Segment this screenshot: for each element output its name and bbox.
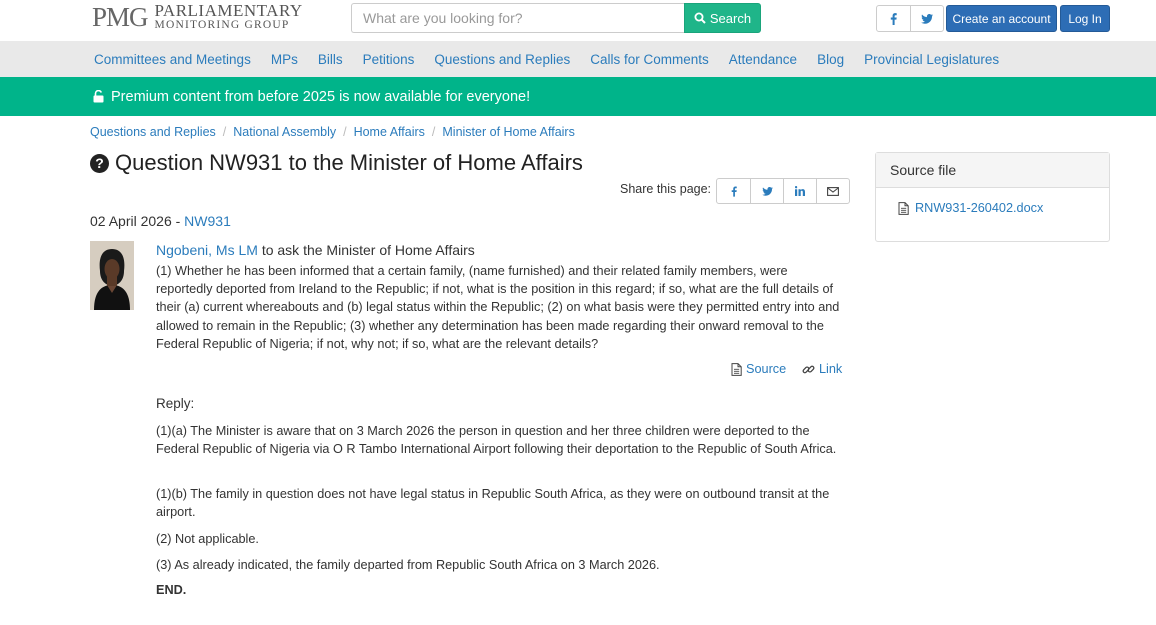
question-circle-icon: ? (90, 153, 109, 173)
member-name-link[interactable]: Ngobeni, Ms LM (156, 242, 258, 258)
source-file-name: RNW931-260402.docx (915, 201, 1044, 215)
share-email-button[interactable] (816, 179, 849, 203)
breadcrumb-separator: / (343, 125, 347, 139)
share-twitter-button[interactable] (750, 179, 783, 203)
nav-petitions[interactable]: Petitions (353, 52, 425, 67)
search-input[interactable] (351, 3, 685, 33)
document-icon (731, 362, 742, 376)
twitter-icon (761, 186, 773, 196)
question-code-link[interactable]: NW931 (184, 213, 231, 229)
date-text: 02 April 2026 - (90, 213, 185, 229)
logo-line2: MONITORING GROUP (154, 19, 290, 31)
breadcrumb-questions-and-replies[interactable]: Questions and Replies (90, 125, 216, 139)
source-link-label: Source (746, 362, 787, 376)
logo-text: PARLIAMENTARY MONITORING GROUP (154, 1, 303, 31)
site-header: PMG PARLIAMENTARY MONITORING GROUP Searc… (0, 0, 1156, 41)
breadcrumb-separator: / (222, 125, 227, 139)
source-file-panel: Source file RNW931-260402.docx (875, 152, 1110, 242)
breadcrumb-separator: / (431, 125, 436, 139)
question-source-link[interactable]: Source (731, 362, 786, 376)
nav-provincial-legislatures[interactable]: Provincial Legislatures (854, 52, 1009, 67)
nav-bills[interactable]: Bills (308, 52, 353, 67)
facebook-icon (731, 185, 737, 197)
nav-items: Committees and Meetings MPs Bills Petiti… (84, 41, 1009, 77)
document-icon (898, 201, 909, 215)
pmg-logo[interactable]: PMG PARLIAMENTARY MONITORING GROUP (92, 0, 303, 34)
search-button[interactable]: Search (684, 3, 761, 33)
twitter-button[interactable] (910, 6, 943, 31)
question-asker: Ngobeni, Ms LM to ask the Minister of Ho… (156, 242, 475, 258)
share-buttons (716, 178, 850, 204)
nav-blog[interactable]: Blog (807, 52, 854, 67)
logo-line1: PARLIAMENTARY (154, 1, 303, 20)
nav-committees-and-meetings[interactable]: Committees and Meetings (84, 52, 261, 67)
facebook-icon (890, 12, 897, 25)
banner-content: Premium content from before 2025 is now … (93, 77, 530, 116)
breadcrumb-minister-of-home-affairs[interactable]: Minister of Home Affairs (442, 125, 574, 139)
permalink-label: Link (819, 362, 843, 376)
member-photo (90, 241, 134, 310)
nav-calls-for-comments[interactable]: Calls for Comments (580, 52, 719, 67)
question-permalink[interactable]: Link (802, 362, 842, 376)
source-file-heading: Source file (876, 153, 1109, 188)
page-title: ? Question NW931 to the Minister of Home… (90, 150, 583, 176)
breadcrumb: Questions and Replies / National Assembl… (90, 125, 575, 139)
asker-suffix: to ask the Minister of Home Affairs (257, 242, 475, 258)
linkedin-icon (795, 186, 805, 196)
twitter-icon (921, 13, 933, 24)
unlock-icon (93, 90, 104, 103)
reply-paragraph: (1)(b) The family in question does not h… (156, 487, 830, 520)
share-facebook-button[interactable] (717, 179, 750, 203)
nav-questions-and-replies[interactable]: Questions and Replies (424, 52, 580, 67)
breadcrumb-national-assembly[interactable]: National Assembly (233, 125, 336, 139)
reply-paragraph: (1)(a) The Minister is aware that on 3 M… (156, 424, 837, 457)
link-icon (802, 365, 815, 373)
search-icon (694, 12, 706, 24)
nav-mps[interactable]: MPs (261, 52, 308, 67)
breadcrumb-home-affairs[interactable]: Home Affairs (354, 125, 425, 139)
question-date: 02 April 2026 - NW931 (90, 213, 231, 229)
banner-text: Premium content from before 2025 is now … (111, 88, 531, 105)
logo-mark: PMG (92, 2, 149, 32)
login-button[interactable]: Log In (1060, 5, 1110, 32)
create-account-button[interactable]: Create an account (946, 5, 1057, 32)
question-text: (1) Whether he has been informed that a … (156, 264, 840, 351)
reply-paragraph: (3) As already indicated, the family dep… (156, 558, 660, 572)
share-linkedin-button[interactable] (783, 179, 816, 203)
premium-banner: Premium content from before 2025 is now … (0, 77, 1156, 116)
share-label: Share this page: (620, 182, 712, 196)
facebook-button[interactable] (877, 6, 910, 31)
main-nav: Committees and Meetings MPs Bills Petiti… (0, 41, 1156, 77)
search-button-label: Search (709, 10, 752, 26)
nav-attendance[interactable]: Attendance (719, 52, 807, 67)
source-file-link[interactable]: RNW931-260402.docx (898, 201, 1043, 215)
social-buttons (876, 5, 944, 32)
reply-paragraph: (2) Not applicable. (156, 532, 259, 546)
reply-heading: Reply: (156, 396, 195, 411)
reply-end: END. (156, 583, 187, 597)
member-avatar[interactable] (90, 241, 134, 310)
envelope-icon (827, 186, 839, 196)
page-title-text: Question NW931 to the Minister of Home A… (115, 150, 583, 175)
